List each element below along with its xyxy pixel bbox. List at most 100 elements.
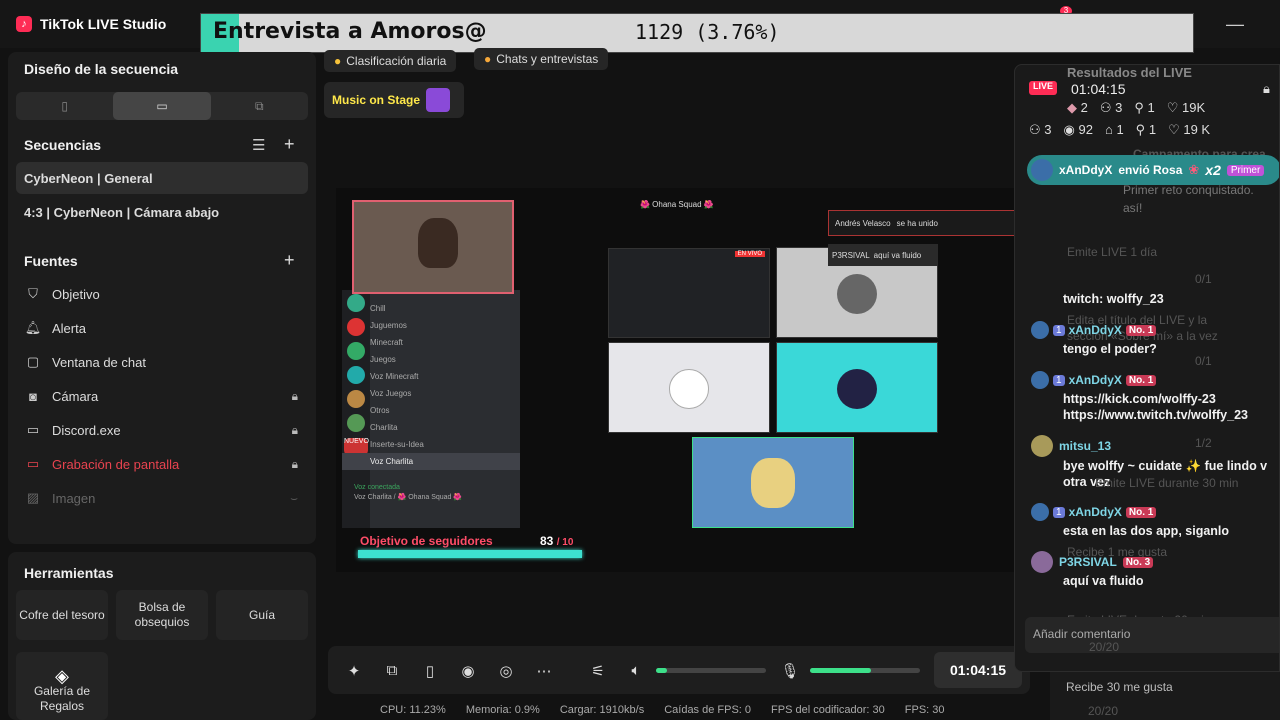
notif-name: P3RSIVAL (832, 250, 870, 260)
person (418, 218, 458, 268)
microphone-icon[interactable]: 🎙︎ (780, 662, 800, 680)
minimize-icon[interactable]: — (1226, 14, 1244, 34)
app-title-text: TikTok LIVE Studio (40, 16, 167, 32)
discord-window: NUEVO Chill Juguemos Minecraft Juegos Vo… (342, 290, 520, 528)
shield-icon: ⛉ (28, 286, 38, 301)
chats-interviews-chip[interactable]: ● Chats y entrevistas (474, 48, 609, 70)
sequence-item[interactable]: CyberNeon | General (16, 162, 308, 194)
join-notification: Andrés Velasco se ha unido (828, 210, 1020, 236)
users-icon: ⚇ (1029, 122, 1041, 137)
layout-switch[interactable]: ▯ ▭ ⧉ (16, 92, 308, 120)
control-bar: ✦ ⧉ ▯ ◉ ◎ ⋯ ⚟ 🔈︎ 🎙︎ 01:04:15 (328, 646, 1030, 694)
scene-design-title: Diseño de la secuencia (24, 61, 179, 77)
music-on-stage-chip[interactable]: Music on Stage (324, 82, 464, 118)
avatar (1031, 435, 1053, 457)
chat-icon: ▢ (26, 354, 40, 369)
source-item-alerta[interactable]: 🔔︎ Alerta (16, 312, 308, 344)
challenge-text-2: así! (1123, 201, 1143, 215)
treasure-chest-tool[interactable]: Cofre del tesoro (16, 590, 108, 640)
stat-value: 19K (1182, 100, 1206, 115)
stat-value: 92 (1078, 122, 1093, 137)
add-user-icon: ⚲ (1134, 100, 1144, 115)
tiktok-logo-icon: ♪ (16, 16, 32, 32)
task-text: Emite LIVE durante 30 min (1095, 476, 1239, 490)
add-source-icon[interactable]: + (284, 250, 295, 271)
fps-stat: FPS: 30 (904, 704, 945, 716)
goal-label: Objetivo de seguidores (360, 534, 493, 548)
avatar (1031, 503, 1049, 521)
channel: Voz Charlita (342, 453, 520, 470)
daily-ranking-chip[interactable]: ● Clasificación diaria (324, 50, 457, 72)
add-user-icon: ⚲ (1135, 122, 1146, 137)
views-stat: ◉ 92 (1064, 122, 1093, 138)
dual-layout-button[interactable]: ⧉ (211, 92, 308, 120)
level-badge: 1 (1053, 506, 1065, 518)
volume-icon[interactable]: 🔈︎ (626, 662, 646, 679)
source-item-discord[interactable]: ▭ Discord.exe 🔒︎ (16, 414, 308, 446)
chat-notification: P3RSIVAL aquí va fluido (828, 244, 938, 266)
guide-tool[interactable]: Guía (216, 590, 308, 640)
sequence-label: 4:3 | CyberNeon | Cámara abajo (24, 204, 220, 220)
task-text: Emite LIVE 1 día (1067, 245, 1158, 259)
chat-message: tengo el poder? (1063, 342, 1157, 356)
rose-icon: ❀ (1188, 162, 1200, 177)
diamond-icon: ◆ (1067, 100, 1077, 115)
window-icon: ▭ (26, 422, 40, 437)
channel: Voz Juegos (370, 389, 412, 398)
lock-icon[interactable]: 🔒︎ (1263, 81, 1270, 97)
volume-slider[interactable] (656, 668, 766, 673)
upload-stat: Cargar: 1910kb/s (559, 704, 645, 716)
source-item-chat[interactable]: ▢ Ventana de chat (16, 346, 308, 378)
source-item-camara[interactable]: ◙ Cámara 🔒︎ (16, 380, 308, 412)
phone-icon: ▯ (61, 99, 68, 113)
voice-status: Voz conectada (354, 484, 400, 491)
scene-switch-icon[interactable]: ⧉ (382, 662, 402, 679)
chat-user: P3RSIVAL (1059, 555, 1117, 569)
chat-item: mitsu_13 (1031, 435, 1111, 457)
sequence-item[interactable]: 4:3 | CyberNeon | Cámara abajo (16, 196, 308, 228)
record-icon[interactable]: ◉ (458, 662, 478, 680)
magic-wand-icon[interactable]: ✦ (344, 662, 364, 680)
source-item-imagen[interactable]: ▨ Imagen ⌣ (16, 482, 308, 514)
notif-text: se ha unido (896, 218, 938, 228)
like-stat: ♡ 19K (1167, 100, 1205, 116)
tools-title: Herramientas (24, 565, 114, 581)
gift-bag-tool[interactable]: Bolsa de obsequios (116, 590, 208, 640)
source-item-grabacion[interactable]: ▭ Grabación de pantalla 🔒︎ (16, 448, 308, 480)
cpu-stat: CPU: 11.23% (380, 704, 446, 716)
phone-icon[interactable]: ▯ (420, 662, 440, 680)
live-duration: 01:04:15 (1071, 81, 1126, 97)
gift-multiplier: x2 (1205, 162, 1221, 178)
portrait-layout-button[interactable]: ▯ (16, 92, 113, 120)
channel: Otros (370, 406, 390, 415)
lock-icon[interactable]: 🔒︎ (292, 423, 298, 438)
level-badge: 1 (1053, 324, 1065, 336)
add-sequence-icon[interactable]: + (284, 134, 295, 155)
hidden-eye-icon[interactable]: ⌣ (290, 491, 298, 506)
channel: Charlita (370, 423, 398, 432)
chat-user: xAnDdyX (1068, 505, 1122, 519)
gift-event: xAnDdyX envió Rosa ❀ x2 Primer (1027, 155, 1279, 185)
lock-icon[interactable]: 🔒︎ (292, 389, 298, 404)
task-text: Recibe 30 me gusta (1066, 680, 1173, 694)
more-icon[interactable]: ⋯ (534, 662, 554, 680)
chip-label: Chats y entrevistas (496, 52, 599, 66)
stats-row-1: ◆ 2 ⚇ 3 ⚲ 1 ♡ 19K (1067, 100, 1205, 116)
camera-feed (352, 200, 514, 294)
sources-title: Fuentes (24, 253, 78, 269)
mic-slider[interactable] (810, 668, 920, 673)
landscape-layout-button[interactable]: ▭ (113, 92, 211, 120)
live-timer: 01:04:15 (934, 652, 1022, 688)
source-label: Discord.exe (52, 422, 121, 438)
rank-badge: No. 1 (1125, 374, 1157, 386)
rank-badge: No. 1 (1125, 324, 1157, 336)
music-icon (426, 88, 451, 112)
comment-input[interactable]: Añadir comentario (1025, 617, 1279, 653)
source-item-objetivo[interactable]: ⛉ Objetivo (16, 278, 308, 310)
chat-item: P3RSIVAL No. 3 (1031, 551, 1154, 573)
mixer-icon[interactable]: ⚟ (588, 662, 608, 680)
lock-icon[interactable]: 🔒︎ (292, 457, 298, 472)
list-icon[interactable]: ☰ (252, 136, 265, 154)
channel: Juegos (370, 355, 396, 364)
screenshot-icon[interactable]: ◎ (496, 662, 516, 680)
